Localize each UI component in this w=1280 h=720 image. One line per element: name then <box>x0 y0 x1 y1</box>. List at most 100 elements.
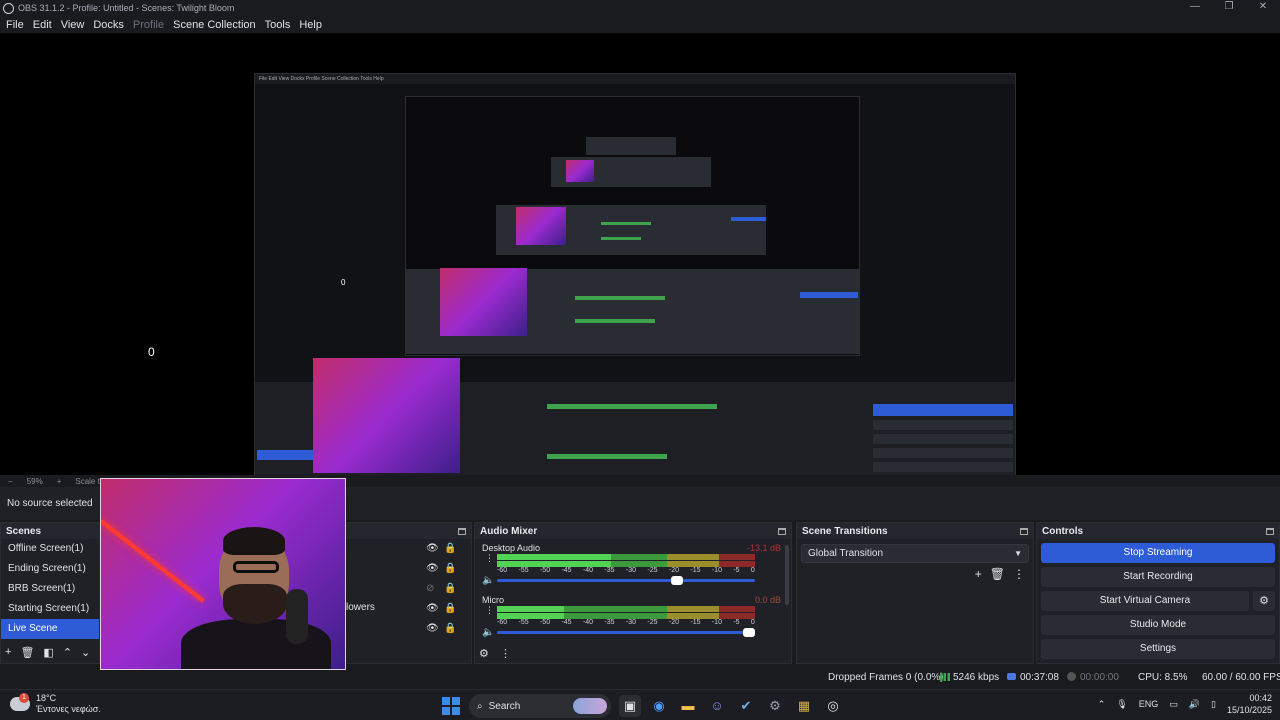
microphone-icon[interactable]: 🎙 <box>1116 699 1127 710</box>
menu-scene-collection[interactable]: Scene Collection <box>173 19 256 31</box>
chrome-icon[interactable]: ◉ <box>648 695 670 717</box>
remove-transition-icon[interactable]: 🗑 <box>990 567 1005 581</box>
visibility-icon[interactable]: 👁 <box>426 623 439 634</box>
gear-icon[interactable]: ⚙ <box>1253 591 1275 611</box>
visibility-icon[interactable]: 👁 <box>426 563 439 574</box>
start-icon[interactable] <box>440 695 462 717</box>
scene-item[interactable]: Ending Screen(1) <box>1 559 99 579</box>
visibility-icon[interactable]: 👁 <box>426 543 439 554</box>
float-dock-icon[interactable] <box>778 527 786 535</box>
channel-name: Desktop Audio <box>482 543 541 553</box>
preview-canvas[interactable]: 0 File Edit View Docks Profile Scene Col… <box>0 33 1280 503</box>
source-row[interactable]: 👁 🔒 <box>346 559 471 579</box>
lock-icon[interactable]: 🔒 <box>444 603 456 614</box>
tray-overflow-icon[interactable]: ⌃ <box>1098 699 1106 710</box>
lock-icon[interactable]: 🔒 <box>444 563 456 574</box>
stop-streaming-button[interactable]: Stop Streaming <box>1041 543 1275 563</box>
source-row[interactable]: lowers 👁 🔒 <box>346 599 471 619</box>
studio-mode-button[interactable]: Studio Mode <box>1041 615 1275 635</box>
close-button[interactable]: ✕ <box>1246 0 1280 16</box>
task-view-icon[interactable]: ▣ <box>619 695 641 717</box>
obs-taskbar-icon[interactable]: ◎ <box>822 695 844 717</box>
transition-select[interactable]: Global Transition ▼ <box>801 544 1029 563</box>
source-label: lowers <box>346 602 375 613</box>
network-icon[interactable]: ▭ <box>1169 699 1178 710</box>
scene-item[interactable]: Starting Screen(1) <box>1 599 99 619</box>
move-up-icon[interactable]: ⌃ <box>63 646 72 659</box>
add-scene-icon[interactable]: + <box>5 646 11 658</box>
taskbar-search[interactable]: ⌕ Search <box>469 694 611 718</box>
menu-file[interactable]: File <box>6 19 24 31</box>
scene-item[interactable]: BRB Screen(1) <box>1 579 99 599</box>
settings-icon[interactable]: ⚙ <box>764 695 786 717</box>
steam-icon[interactable]: ✔ <box>735 695 757 717</box>
webcam-source[interactable] <box>100 478 346 670</box>
source-row[interactable]: 👁 🔒 <box>346 619 471 639</box>
channel-menu-icon[interactable]: ⋮ <box>485 605 494 616</box>
mixer-channel: Desktop Audio -13.1 dB ⋮ -60 -55 -50 -45 -40… <box>475 539 791 591</box>
menu-docks[interactable]: Docks <box>93 19 124 31</box>
volume-knob[interactable] <box>670 576 683 585</box>
channel-db: -13.1 dB <box>746 543 781 553</box>
volume-slider[interactable] <box>497 628 755 637</box>
speaker-icon[interactable]: 🔈 <box>482 627 494 638</box>
tick-label: -25 <box>647 619 658 626</box>
tick-label: -30 <box>625 567 637 574</box>
clock-time: 00:42 <box>1249 693 1272 703</box>
scene-toolbar: + 🗑 ◧ ⌃ ⌄ <box>1 643 99 661</box>
menu-help[interactable]: Help <box>299 19 322 31</box>
add-transition-icon[interactable]: + <box>975 567 982 581</box>
archive-icon[interactable]: ▦ <box>793 695 815 717</box>
source-row[interactable]: ⊘ 🔒 <box>346 579 471 599</box>
channel-menu-icon[interactable]: ⋮ <box>485 553 494 564</box>
clock-date: 15/10/2025 <box>1226 705 1272 715</box>
scenes-dock: Scenes Offline Screen(1) Ending Screen(1… <box>0 522 100 664</box>
start-recording-button[interactable]: Start Recording <box>1041 567 1275 587</box>
zoom-in-button[interactable]: + <box>57 477 62 486</box>
start-virtual-camera-button[interactable]: Start Virtual Camera <box>1041 591 1249 611</box>
title-bar: OBS 31.1.2 - Profile: Untitled - Scenes:… <box>0 0 1280 16</box>
scene-item[interactable]: Offline Screen(1) <box>1 539 99 559</box>
volume-knob[interactable] <box>743 628 755 637</box>
lock-icon[interactable]: 🔒 <box>444 583 456 594</box>
move-down-icon[interactable]: ⌄ <box>81 646 90 659</box>
scene-filter-icon[interactable]: ◧ <box>43 646 53 659</box>
speaker-icon[interactable]: 🔈 <box>482 575 494 586</box>
zoom-out-button[interactable]: − <box>8 477 13 486</box>
clock[interactable]: 00:42 15/10/2025 <box>1227 692 1272 716</box>
tick-label: 0 <box>750 619 755 626</box>
lock-icon[interactable]: 🔒 <box>444 543 456 554</box>
menu-profile[interactable]: Profile <box>133 19 164 31</box>
tick-label: -15 <box>690 567 701 574</box>
float-dock-icon[interactable] <box>1266 527 1274 535</box>
menu-edit[interactable]: Edit <box>33 19 52 31</box>
advanced-audio-icon[interactable]: ⚙ <box>479 648 489 660</box>
volume-slider[interactable] <box>497 576 755 585</box>
visibility-icon[interactable]: 👁 <box>426 603 439 614</box>
float-dock-icon[interactable] <box>458 527 466 535</box>
menu-view[interactable]: View <box>61 19 85 31</box>
settings-button[interactable]: Settings <box>1041 639 1275 659</box>
language-indicator[interactable]: ENG <box>1139 699 1159 709</box>
discord-icon[interactable]: ☺ <box>706 695 728 717</box>
recursive-preview-screen: File Edit View Docks Profile Scene Colle… <box>254 73 1016 503</box>
transition-menu-icon[interactable]: ⋮ <box>1013 567 1025 581</box>
file-explorer-icon[interactable]: ▬ <box>677 695 699 717</box>
weather-widget[interactable]: 1 18°C Έντονες νεφώσ. <box>10 693 101 715</box>
float-dock-icon[interactable] <box>1020 527 1028 535</box>
maximize-button[interactable]: ❐ <box>1212 0 1246 16</box>
controls-dock: Controls Stop Streaming Start Recording … <box>1036 522 1280 664</box>
volume-icon[interactable]: 🔊 <box>1189 699 1200 710</box>
obs-logo-icon <box>3 2 14 14</box>
scene-item-active[interactable]: Live Scene <box>1 619 99 639</box>
menu-tools[interactable]: Tools <box>265 19 291 31</box>
minimize-button[interactable]: — <box>1178 0 1212 16</box>
hidden-icon[interactable]: ⊘ <box>426 583 434 594</box>
tick-label: -55 <box>518 567 529 574</box>
lock-icon[interactable]: 🔒 <box>444 623 456 634</box>
battery-icon[interactable]: ▯ <box>1211 699 1216 710</box>
mixer-scrollbar[interactable] <box>785 545 789 605</box>
mixer-menu-icon[interactable]: ⋮ <box>500 648 511 660</box>
remove-scene-icon[interactable]: 🗑 <box>20 646 34 659</box>
source-row[interactable]: 👁 🔒 <box>346 539 471 559</box>
